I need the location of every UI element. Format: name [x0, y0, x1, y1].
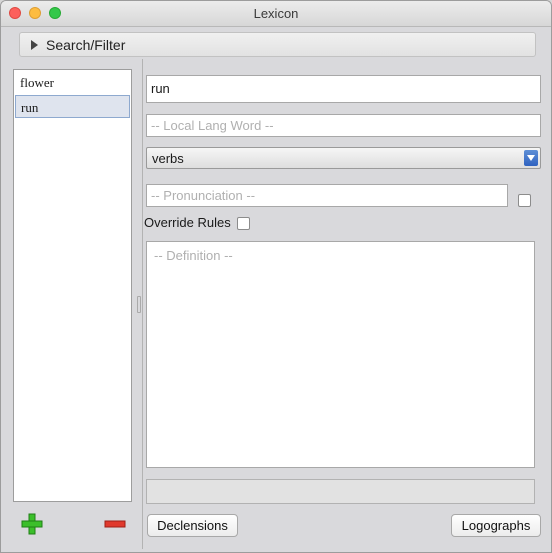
declensions-button[interactable]: Declensions — [147, 514, 238, 537]
split-divider — [142, 59, 143, 549]
list-item-label: flower — [20, 75, 54, 90]
title-bar: Lexicon — [1, 1, 551, 27]
word-list[interactable]: flower run — [13, 69, 132, 502]
list-item-selected[interactable]: run — [15, 95, 130, 118]
disclosure-triangle-icon — [31, 40, 38, 50]
definition-textarea[interactable]: -- Definition -- — [146, 241, 535, 468]
pronunciation-checkbox[interactable] — [518, 194, 531, 207]
split-pane-handle[interactable] — [137, 296, 141, 313]
search-filter-toggle[interactable]: Search/Filter — [19, 32, 536, 57]
lexicon-window: Lexicon Search/Filter flower run run -- … — [0, 0, 552, 553]
override-rules-checkbox[interactable] — [237, 217, 250, 230]
minus-icon[interactable] — [104, 513, 126, 535]
search-filter-label: Search/Filter — [46, 37, 126, 53]
word-type-value: verbs — [152, 151, 184, 166]
plus-icon[interactable] — [21, 513, 43, 535]
word-field[interactable]: run — [146, 75, 541, 103]
chevron-down-icon[interactable] — [524, 150, 538, 166]
logographs-button[interactable]: Logographs — [451, 514, 541, 537]
list-item[interactable]: flower — [15, 71, 130, 94]
pronunciation-field[interactable]: -- Pronunciation -- — [146, 184, 508, 207]
info-field — [146, 479, 535, 504]
local-lang-word-field[interactable]: -- Local Lang Word -- — [146, 114, 541, 137]
override-rules-label: Override Rules — [144, 215, 231, 230]
window-title: Lexicon — [253, 6, 299, 21]
list-item-label: run — [21, 100, 39, 115]
word-type-select[interactable]: verbs — [146, 147, 541, 169]
